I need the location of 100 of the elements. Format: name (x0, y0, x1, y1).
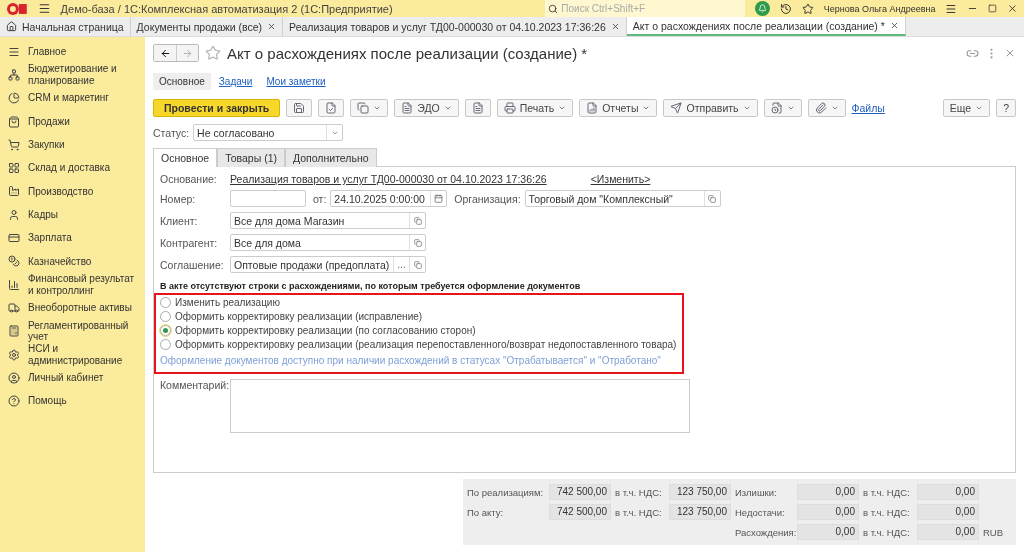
close-icon[interactable] (610, 22, 620, 31)
truck-icon (8, 301, 20, 314)
date-field[interactable]: 24.10.2025 0:00:00 (330, 190, 448, 207)
bell-icon[interactable] (755, 1, 771, 16)
toolbar-button[interactable] (318, 99, 345, 117)
star-icon[interactable] (802, 2, 814, 15)
close-icon[interactable] (267, 22, 277, 31)
arrow-right-icon (182, 47, 193, 59)
open-icon (413, 238, 422, 247)
sidebar-item[interactable]: Казначейство (0, 249, 145, 273)
caret-icon (558, 104, 567, 112)
radio-button[interactable] (160, 311, 171, 322)
menu-button[interactable]: ЭДО (394, 99, 459, 117)
choose-button[interactable]: ... (393, 257, 409, 272)
field-label: Организация: (454, 192, 521, 205)
amount-field: 0,00 (797, 504, 859, 520)
history-icon[interactable] (780, 2, 792, 15)
sidebar-label: Продажи (28, 115, 70, 128)
window-tab[interactable]: Документы продажи (все) (130, 17, 284, 36)
dropdown-button[interactable] (763, 99, 802, 117)
sidebar-label: Зарплата (28, 232, 72, 244)
sidebar-label: Финансовый результат и контроллинг (28, 273, 136, 297)
sidebar-item[interactable]: Регламентированный учет (0, 319, 145, 343)
files-link[interactable]: Файлы (851, 102, 885, 114)
menu-icon[interactable] (37, 2, 51, 15)
grid-icon (8, 162, 20, 175)
vat-label: в т.ч. НДС: (863, 526, 911, 538)
form-tab[interactable]: Дополнительно (285, 148, 377, 167)
send-icon (670, 102, 683, 114)
sidebar-label: Закупки (28, 139, 65, 151)
coins-icon (8, 255, 20, 268)
total-label: Излишки: (735, 486, 778, 498)
vat-label: в т.ч. НДС: (863, 506, 911, 518)
help-button[interactable]: ? (996, 99, 1016, 117)
sidebar-item[interactable]: Продажи (0, 109, 145, 134)
save-icon (293, 102, 306, 114)
total-label: По реализациям: (467, 486, 545, 498)
sidebar-item[interactable]: Склад и доставка (0, 156, 145, 180)
sidebar-item[interactable]: Закупки (0, 133, 145, 157)
sidebar-label: Кадры (28, 208, 58, 221)
amount-field: 742 500,00 (549, 504, 611, 520)
organization-field[interactable]: Торговый дом "Комплексный" (524, 190, 721, 207)
window-tab[interactable]: Начальная страница (0, 17, 131, 36)
cart-icon (8, 138, 20, 151)
search-field[interactable]: Поиск Ctrl+Shift+F (545, 0, 746, 17)
menu-icon[interactable] (945, 2, 958, 15)
close-icon[interactable] (889, 21, 899, 30)
field-label: Клиент: (160, 214, 199, 227)
home-icon (6, 21, 17, 32)
amount-field: 742 500,00 (549, 484, 611, 500)
sidebar-item[interactable]: Кадры (0, 203, 145, 227)
document-icon (471, 102, 484, 114)
sidebar-item[interactable]: Зарплата (0, 226, 145, 250)
sidebar-item[interactable]: Финансовый результат и контроллинг (0, 272, 145, 297)
sidebar-item[interactable]: CRM и маркетинг (0, 86, 145, 110)
back-button[interactable] (154, 45, 176, 61)
form-tab[interactable]: Товары (1) (217, 148, 285, 167)
radio-button[interactable] (160, 297, 171, 308)
amount-field: 0,00 (797, 484, 859, 500)
basis-link[interactable]: Реализация товаров и услуг ТД00-000030 от 04.10.2023 17:36:26 (230, 173, 547, 185)
sidebar-item[interactable]: Главное (0, 40, 145, 64)
radio-button[interactable] (160, 325, 171, 336)
maximize-icon[interactable] (988, 4, 998, 13)
tab-label: Документы продажи (все) (136, 20, 263, 33)
window-tab[interactable]: Реализация товаров и услуг ТД00-000030 от 04.10.2023 17:36:26 (283, 17, 627, 36)
input-field[interactable]: Все для дома Магазин (230, 212, 426, 229)
dropdown-button[interactable] (350, 99, 389, 117)
user-circle-icon (8, 371, 20, 384)
toolbar-button[interactable] (286, 99, 313, 117)
user-name: Чернова Ольга Андреевна (823, 3, 936, 14)
caret-icon (443, 104, 452, 112)
radio-button[interactable] (160, 339, 171, 350)
form-tab[interactable]: Основное (153, 148, 218, 167)
comment-field[interactable] (230, 379, 690, 433)
menu-button[interactable]: Отчеты (579, 99, 658, 117)
section-link[interactable]: Мои заметки (260, 72, 332, 90)
sidebar-item[interactable]: Производство (0, 179, 145, 204)
number-field[interactable] (230, 190, 306, 207)
caret-icon (786, 104, 795, 112)
sidebar-item[interactable]: Бюджетирование и планирование (0, 63, 145, 87)
post-and-close-button[interactable]: Провести и закрыть (153, 99, 281, 117)
window-tab[interactable]: Акт о расхождениях после реализации (создание) * (626, 17, 906, 36)
status-dropdown[interactable]: Не согласовано (193, 124, 344, 141)
menu-button[interactable]: Печать (496, 99, 574, 117)
input-field[interactable]: Оптовые продажи (предоплата) ... (230, 256, 426, 273)
input-field[interactable]: Все для дома (230, 234, 426, 251)
star-icon[interactable] (205, 45, 221, 61)
section-link[interactable]: Задачи (212, 72, 259, 90)
more-button[interactable]: Еще (942, 99, 991, 117)
sidebar-item[interactable]: НСИ и администрирование (0, 342, 145, 367)
sidebar-item[interactable]: Помощь (0, 389, 145, 413)
toolbar-button[interactable] (464, 99, 491, 117)
sidebar-item[interactable]: Личный кабинет (0, 366, 145, 390)
dropdown-button[interactable] (807, 99, 846, 117)
change-link[interactable]: <Изменить> (590, 173, 651, 185)
sidebar-item[interactable]: Внеоборотные активы (0, 296, 145, 320)
close-icon[interactable] (1007, 3, 1018, 14)
section-link[interactable]: Основное (153, 72, 211, 90)
menu-button[interactable]: Отправить (663, 99, 758, 117)
calendar-icon (434, 194, 444, 203)
